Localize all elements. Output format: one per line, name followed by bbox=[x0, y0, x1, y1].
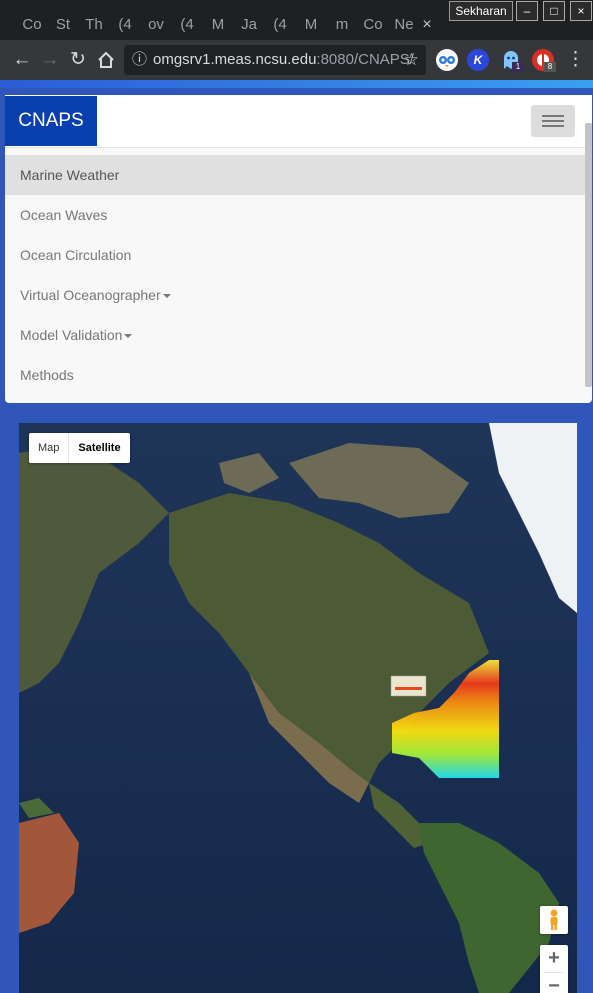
browser-tab[interactable]: M bbox=[299, 10, 323, 40]
browser-toolbar: ← → ↻ ⓘ omgsrv1.meas.ncsu.edu:8080/CNAPS… bbox=[0, 40, 593, 80]
home-icon[interactable] bbox=[94, 48, 118, 72]
brand-logo[interactable]: CNAPS bbox=[5, 96, 97, 146]
nav-item-label: Virtual Oceanographer bbox=[20, 287, 161, 303]
address-bar[interactable]: ⓘ omgsrv1.meas.ncsu.edu:8080/CNAPS/ ☆ bbox=[124, 45, 426, 75]
shield-extension-icon[interactable]: 8 bbox=[532, 49, 556, 72]
back-arrow-icon[interactable]: ← bbox=[10, 48, 34, 72]
browser-tab[interactable]: (4 bbox=[175, 10, 199, 40]
nav-item-virtual-oceanographer[interactable]: Virtual Oceanographer bbox=[5, 275, 585, 315]
browser-tab[interactable]: St bbox=[51, 10, 75, 40]
nav-item-label: Marine Weather bbox=[20, 167, 120, 183]
url-host: omgsrv1.meas.ncsu.edu bbox=[153, 51, 317, 68]
map-type-satellite-button[interactable]: Satellite bbox=[68, 433, 129, 463]
street-view-pegman-icon[interactable] bbox=[540, 906, 568, 934]
extension-badge: 8 bbox=[544, 62, 556, 72]
map-type-control: Map Satellite bbox=[29, 433, 130, 463]
tab-close-icon[interactable]: × bbox=[415, 10, 439, 40]
info-icon[interactable]: ⓘ bbox=[132, 45, 147, 75]
dropdown-caret-icon bbox=[162, 294, 171, 299]
nav-item-model-validation[interactable]: Model Validation bbox=[5, 315, 585, 355]
browser-tab-active[interactable]: Ne bbox=[392, 10, 416, 40]
hamburger-menu-button[interactable] bbox=[531, 105, 575, 137]
close-window-button[interactable]: × bbox=[570, 1, 592, 21]
hamburger-line bbox=[542, 120, 564, 122]
site-navbar: CNAPS Marine Weather Ocean Waves Ocean C… bbox=[5, 95, 592, 403]
nav-item-marine-weather[interactable]: Marine Weather bbox=[5, 155, 585, 195]
browser-tab[interactable]: Co bbox=[20, 10, 44, 40]
map-type-map-button[interactable]: Map bbox=[29, 433, 68, 463]
browser-tab[interactable]: M bbox=[206, 10, 230, 40]
extension-badge: 1 bbox=[512, 62, 524, 72]
navbar-header: CNAPS bbox=[5, 95, 592, 148]
browser-menu-icon[interactable]: ⋮ bbox=[566, 48, 585, 72]
page-banner-strip bbox=[0, 80, 593, 88]
browser-tab[interactable]: Ja bbox=[237, 10, 261, 40]
hamburger-line bbox=[542, 125, 564, 127]
nav-item-ocean-waves[interactable]: Ocean Waves bbox=[5, 195, 585, 235]
bookmark-star-icon[interactable]: ☆ bbox=[404, 45, 419, 75]
nav-item-methods[interactable]: Methods bbox=[5, 355, 585, 395]
browser-tab[interactable]: Co bbox=[361, 10, 385, 40]
hamburger-line bbox=[542, 115, 564, 117]
url-path: :8080/CNAPS/ bbox=[316, 51, 414, 68]
ghost-extension-icon[interactable]: 1 bbox=[500, 49, 524, 72]
map-imagery bbox=[19, 423, 577, 993]
browser-tab[interactable]: (4 bbox=[113, 10, 137, 40]
nav-item-label: Ocean Circulation bbox=[20, 247, 132, 263]
nav-item-label: Methods bbox=[20, 367, 74, 383]
browser-tab[interactable]: (4 bbox=[268, 10, 292, 40]
zoom-control: + − bbox=[540, 945, 568, 993]
browser-chrome: Co St Th (4 ov (4 M Ja (4 M m Co Ne × Se… bbox=[0, 0, 593, 88]
nav-item-label: Model Validation bbox=[20, 327, 123, 343]
navbar-scrollbar[interactable] bbox=[585, 123, 592, 387]
nav-item-ocean-circulation[interactable]: Ocean Circulation bbox=[5, 235, 585, 275]
k-extension-icon[interactable]: K bbox=[467, 49, 489, 71]
nav-item-label: Ocean Waves bbox=[20, 207, 108, 223]
tab-strip: Co St Th (4 ov (4 M Ja (4 M m Co Ne × Se… bbox=[0, 0, 593, 40]
satellite-map[interactable]: Map Satellite + − bbox=[19, 423, 577, 993]
minimize-button[interactable]: – bbox=[516, 1, 538, 21]
zoom-out-button[interactable]: − bbox=[540, 973, 568, 993]
browser-tab[interactable]: m bbox=[330, 10, 354, 40]
page-background bbox=[0, 88, 593, 95]
browser-tab[interactable]: ov bbox=[144, 10, 168, 40]
reload-icon[interactable]: ↻ bbox=[66, 48, 90, 72]
browser-tab[interactable]: Th bbox=[82, 10, 106, 40]
zoom-in-button[interactable]: + bbox=[540, 945, 568, 972]
owl-extension-icon[interactable] bbox=[436, 49, 458, 71]
forward-arrow-icon[interactable]: → bbox=[38, 48, 62, 72]
maximize-button[interactable]: □ bbox=[543, 1, 565, 21]
dropdown-caret-icon bbox=[124, 334, 133, 339]
profile-button[interactable]: Sekharan bbox=[449, 1, 513, 21]
